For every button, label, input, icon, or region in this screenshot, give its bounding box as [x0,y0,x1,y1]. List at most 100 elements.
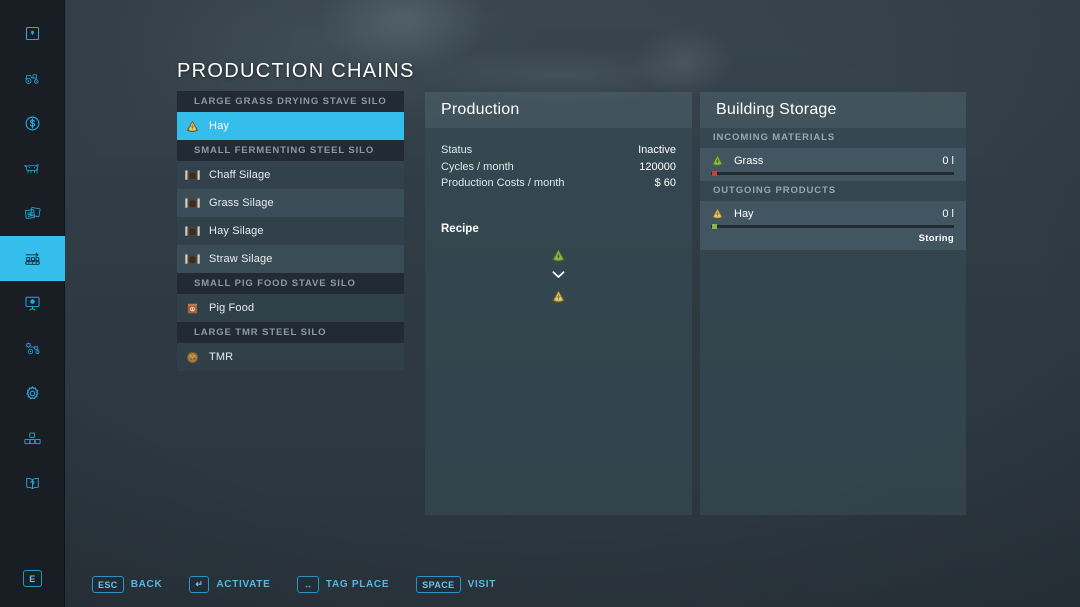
sidebar-item-vehicles[interactable] [0,56,65,101]
storage-row-name: Hay [734,207,754,220]
production-chain-list[interactable]: LARGE GRASS DRYING STAVE SILO Hay SMALL … [177,91,404,371]
list-group-header: SMALL PIG FOOD STAVE SILO [177,273,404,294]
storage-row-grass[interactable]: Grass 0 l [700,148,966,181]
hay-icon [549,287,568,306]
key-left-right-arrow[interactable]: ↔ [297,576,319,593]
help-action-label: VISIT [467,579,497,590]
grass-icon [549,246,568,265]
bottom-help-bar: ESC BACK ↵ ACTIVATE ↔ TAG PLACE SPACE VI… [92,562,496,607]
list-item-chaff-silage[interactable]: Chaff Silage [177,161,404,189]
key-enter[interactable]: ↵ [189,576,210,593]
conveyor-icon [24,250,41,267]
pigfood-icon [184,300,201,317]
sidebar-item-help[interactable] [0,461,65,506]
storage-row-name: Grass [734,154,764,167]
silage-icon [184,251,201,268]
production-row-costs: Production Costs / month $ 60 [441,177,676,194]
production-panel: Production Status Inactive Cycles / mont… [425,92,692,515]
sidebar-item-contracts[interactable] [0,191,65,236]
tractor-gear-icon [24,340,41,357]
list-item-tmr[interactable]: TMR [177,343,404,371]
dollar-coin-icon [24,115,41,132]
grass-icon [709,152,726,169]
sidebar-item-finances[interactable] [0,101,65,146]
hay-icon [184,118,201,135]
production-row-value: 120000 [639,160,676,173]
silage-icon [184,195,201,212]
storage-marker-icon [712,224,717,229]
storage-fill-bar [711,224,954,229]
tractor-icon [24,70,41,87]
documents-icon [24,205,41,222]
storage-row-amount: 0 l [942,207,954,220]
help-action-back[interactable]: ESC BACK [92,576,162,593]
left-sidebar: E [0,0,65,607]
help-action-label: BACK [130,579,163,590]
list-item-straw-silage[interactable]: Straw Silage [177,245,404,273]
production-row-label: Status [441,144,473,156]
storage-row-line: Hay 0 l [709,205,954,222]
sidebar-bottom-hint: E [0,570,65,587]
storage-row-hay[interactable]: Hay 0 l Storing [700,201,966,250]
help-action-tag-place[interactable]: ↔ TAG PLACE [297,576,389,593]
storage-outgoing-header: OUTGOING PRODUCTS [713,185,836,196]
sidebar-item-construction[interactable] [0,416,65,461]
list-item-label: Hay Silage [209,225,264,237]
storage-row-amount: 0 l [942,154,954,167]
help-action-activate[interactable]: ↵ ACTIVATE [189,576,270,593]
list-item-hay-silage[interactable]: Hay Silage [177,217,404,245]
list-item-label: Straw Silage [209,253,273,265]
help-action-label: TAG PLACE [325,579,390,590]
blocks-icon [24,430,41,447]
gear-icon [24,385,41,402]
sidebar-item-animals[interactable] [0,146,65,191]
silage-icon [184,167,201,184]
production-panel-body: Status Inactive Cycles / month 120000 Pr… [425,128,692,515]
list-item-hay[interactable]: Hay [177,112,404,140]
map-pin-icon [24,25,41,42]
help-action-visit[interactable]: SPACE VISIT [416,576,496,593]
list-item-grass-silage[interactable]: Grass Silage [177,189,404,217]
sidebar-item-vehicle-config[interactable] [0,326,65,371]
storage-incoming-header: INCOMING MATERIALS [713,132,836,143]
sidebar-item-settings[interactable] [0,371,65,416]
silage-icon [184,223,201,240]
sidebar-item-statistics[interactable] [0,281,65,326]
key-space[interactable]: SPACE [416,576,461,593]
recipe-flow [441,246,676,306]
list-item-label: Chaff Silage [209,169,271,181]
production-row-cycles: Cycles / month 120000 [441,161,676,178]
production-row-value: Inactive [638,144,676,156]
building-storage-panel: Building Storage INCOMING MATERIALS Gras… [700,92,966,515]
hay-icon [709,205,726,222]
storage-marker-icon [712,171,717,176]
page-title: PRODUCTION CHAINS [177,60,415,82]
list-group-header: LARGE GRASS DRYING STAVE SILO [177,91,404,112]
list-item-label: Pig Food [209,302,255,314]
storage-panel-body: INCOMING MATERIALS Grass 0 l OUTGOING PR… [700,128,966,515]
list-item-label: TMR [209,351,234,363]
tmr-icon [184,349,201,366]
storage-row-line: Grass 0 l [709,152,954,169]
sidebar-item-map[interactable] [0,11,65,56]
production-row-value: $ 60 [654,177,676,189]
key-esc[interactable]: ESC [92,576,124,593]
production-panel-title: Production [425,92,692,128]
list-item-label: Hay [209,120,230,132]
production-row-status: Status Inactive [441,144,676,161]
list-item-pig-food[interactable]: Pig Food [177,294,404,322]
book-help-icon [24,475,41,492]
list-group-header: SMALL FERMENTING STEEL SILO [177,140,404,161]
help-action-label: ACTIVATE [216,579,271,590]
production-row-label: Cycles / month [441,160,514,173]
storage-fill-bar [711,171,954,176]
recipe-label: Recipe [441,222,479,235]
cow-icon [24,160,41,177]
storage-panel-title: Building Storage [700,92,966,128]
list-group-header: LARGE TMR STEEL SILO [177,322,404,343]
sidebar-item-production[interactable] [0,236,65,281]
key-e[interactable]: E [23,570,42,587]
list-item-label: Grass Silage [209,197,274,209]
chevron-down-icon [551,267,566,285]
storage-row-status: Storing [918,233,954,244]
